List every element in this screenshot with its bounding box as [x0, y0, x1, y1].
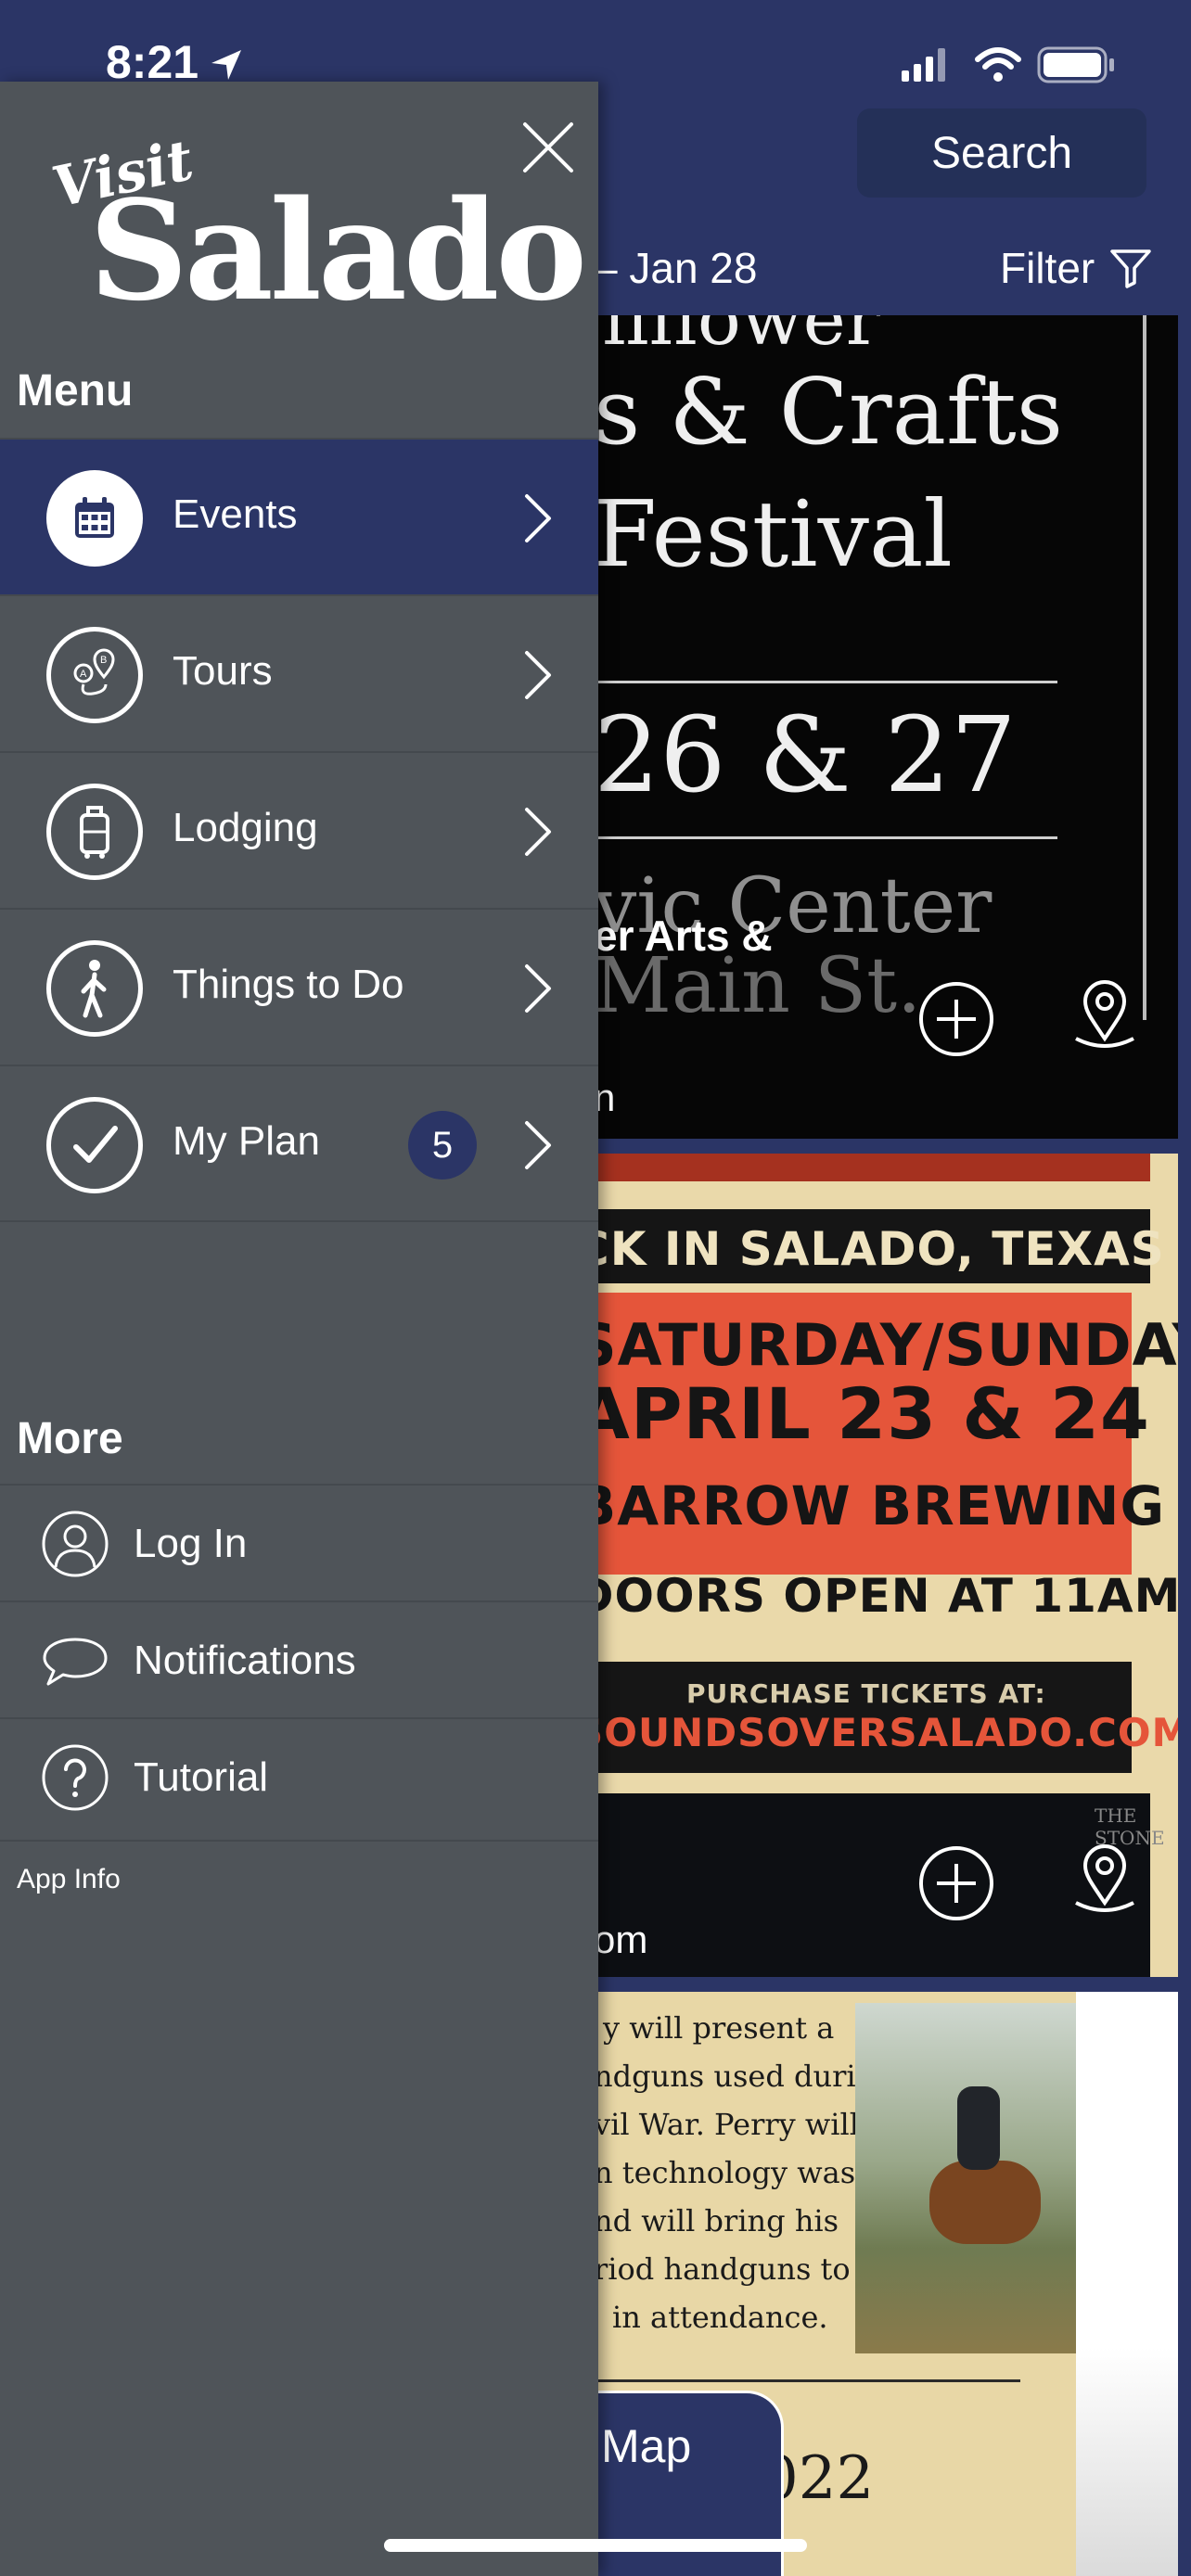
visit-salado-logo: Visit Salado — [46, 128, 587, 331]
user-icon — [42, 1511, 109, 1577]
logo-salado-text: Salado — [89, 170, 587, 331]
tour-route-icon: AB — [73, 648, 115, 695]
luggage-icon — [80, 806, 109, 859]
home-indicator[interactable] — [384, 2539, 807, 2552]
event-title: er Arts & — [594, 912, 773, 960]
poster-line: s & Crafts — [594, 360, 1064, 465]
chevron-right-icon — [525, 1121, 551, 1169]
more-item-notifications[interactable]: Notifications — [0, 1600, 598, 1717]
funnel-icon — [1110, 249, 1151, 288]
chevron-right-icon — [525, 494, 551, 542]
date-range-label[interactable]: – Jan 28 — [594, 243, 757, 293]
battery-icon — [1037, 46, 1114, 83]
poster-line: SATURDAY/SUNDAY — [575, 1311, 1178, 1379]
more-item-tutorial[interactable]: Tutorial — [0, 1717, 598, 1834]
menu-item-label: Things to Do — [173, 962, 404, 1007]
map-pin-icon[interactable] — [1063, 1838, 1146, 1921]
side-menu-drawer: Visit Salado Menu Events AB Tours Lodgin… — [0, 82, 598, 2576]
poster-photo — [855, 2003, 1085, 2353]
cellular-signal-icon — [902, 48, 945, 82]
my-plan-icon-circle — [46, 1097, 143, 1193]
poster-line-text: CK IN SALADO, TEXAS — [575, 1222, 1165, 1276]
add-to-plan-icon[interactable] — [915, 977, 998, 1061]
app-info-link[interactable]: App Info — [17, 1864, 121, 1895]
lodging-icon-circle — [46, 784, 143, 880]
poster-line: riod handguns to — [594, 2251, 851, 2287]
svg-text:A: A — [80, 669, 87, 680]
poster-line: nd will bring his — [594, 2203, 839, 2238]
tours-icon-circle: AB — [46, 627, 143, 723]
rider-shape — [957, 2086, 1000, 2170]
poster-line: DOORS OPEN AT 11AM — [575, 1569, 1178, 1623]
menu-item-label: Lodging — [173, 805, 318, 850]
poster-line: SOUNDSOVERSALADO.COM — [575, 1710, 1178, 1755]
checkmark-icon — [73, 1126, 118, 1163]
menu-item-things-to-do[interactable]: Things to Do — [0, 908, 598, 1065]
chevron-right-icon — [525, 651, 551, 699]
more-item-label: Log In — [134, 1521, 248, 1566]
menu-item-tours[interactable]: AB Tours — [0, 594, 598, 751]
divider — [594, 836, 1057, 839]
menu-item-events[interactable]: Events — [0, 438, 598, 594]
chevron-right-icon — [525, 808, 551, 856]
add-to-plan-icon[interactable] — [915, 1842, 998, 1925]
poster-line: BARROW BREWING — [575, 1474, 1166, 1537]
divider — [594, 681, 1057, 683]
poster-line: y will present a — [603, 2010, 835, 2046]
more-item-label: Tutorial — [134, 1754, 269, 1800]
menu-item-label: Events — [173, 491, 298, 537]
event-card[interactable]: CK IN SALADO, TEXAS SATURDAY/SUNDAY APRI… — [575, 1154, 1178, 1977]
divider — [594, 2379, 1020, 2382]
poster-line: 26 & 27 — [594, 695, 1017, 816]
question-icon — [42, 1744, 109, 1811]
divider — [0, 1220, 598, 1222]
chevron-right-icon — [525, 964, 551, 1013]
filter-button[interactable]: Filter — [1000, 243, 1152, 293]
chat-bubble-icon — [43, 1638, 108, 1686]
more-section-label: More — [17, 1414, 123, 1463]
menu-item-label: My Plan — [173, 1118, 320, 1164]
menu-item-lodging[interactable]: Lodging — [0, 751, 598, 908]
more-item-log-in[interactable]: Log In — [0, 1484, 598, 1600]
location-arrow-icon — [211, 50, 241, 80]
more-item-label: Notifications — [134, 1638, 356, 1683]
poster-line: llflower — [603, 315, 881, 362]
search-button[interactable]: Search — [857, 108, 1146, 198]
poster-line: Festival — [594, 482, 953, 588]
poster-line: APRIL 23 & 24 — [575, 1372, 1150, 1455]
card-edge — [1076, 1992, 1178, 2576]
menu-item-label: Tours — [173, 648, 273, 694]
border-line — [1143, 315, 1146, 1020]
menu-section-label: Menu — [17, 366, 134, 415]
poster-line: CK IN SALADO, TEXAS — [575, 1209, 1164, 1283]
events-icon-circle — [46, 470, 143, 567]
event-subtitle: om — [594, 1918, 648, 1961]
status-time: 8:21 — [106, 36, 199, 88]
calendar-icon — [75, 497, 114, 538]
svg-text:B: B — [100, 655, 107, 666]
poster-line: vil War. Perry will — [594, 2107, 859, 2142]
map-pin-icon[interactable] — [1063, 974, 1146, 1057]
poster-line: in attendance. — [612, 2300, 828, 2335]
menu-item-my-plan[interactable]: My Plan 5 — [0, 1065, 598, 1221]
wifi-icon — [975, 47, 1021, 82]
horse-shape — [929, 2161, 1041, 2244]
plan-count-badge: 5 — [408, 1111, 477, 1180]
poster-band — [575, 1154, 1150, 1181]
poster-line: ndguns used during — [594, 2059, 894, 2094]
poster-line: PURCHASE TICKETS AT: — [686, 1678, 1046, 1709]
things-to-do-icon-circle — [46, 940, 143, 1037]
poster-line: n technology was — [594, 2155, 856, 2190]
close-icon[interactable] — [519, 119, 577, 176]
event-card[interactable]: llflower s & Crafts Festival 26 & 27 vic… — [575, 315, 1178, 1139]
filter-label: Filter — [1000, 244, 1095, 292]
divider — [0, 1840, 598, 1842]
walking-person-icon — [81, 960, 107, 1018]
status-bar: 8:21 — [0, 0, 1191, 88]
